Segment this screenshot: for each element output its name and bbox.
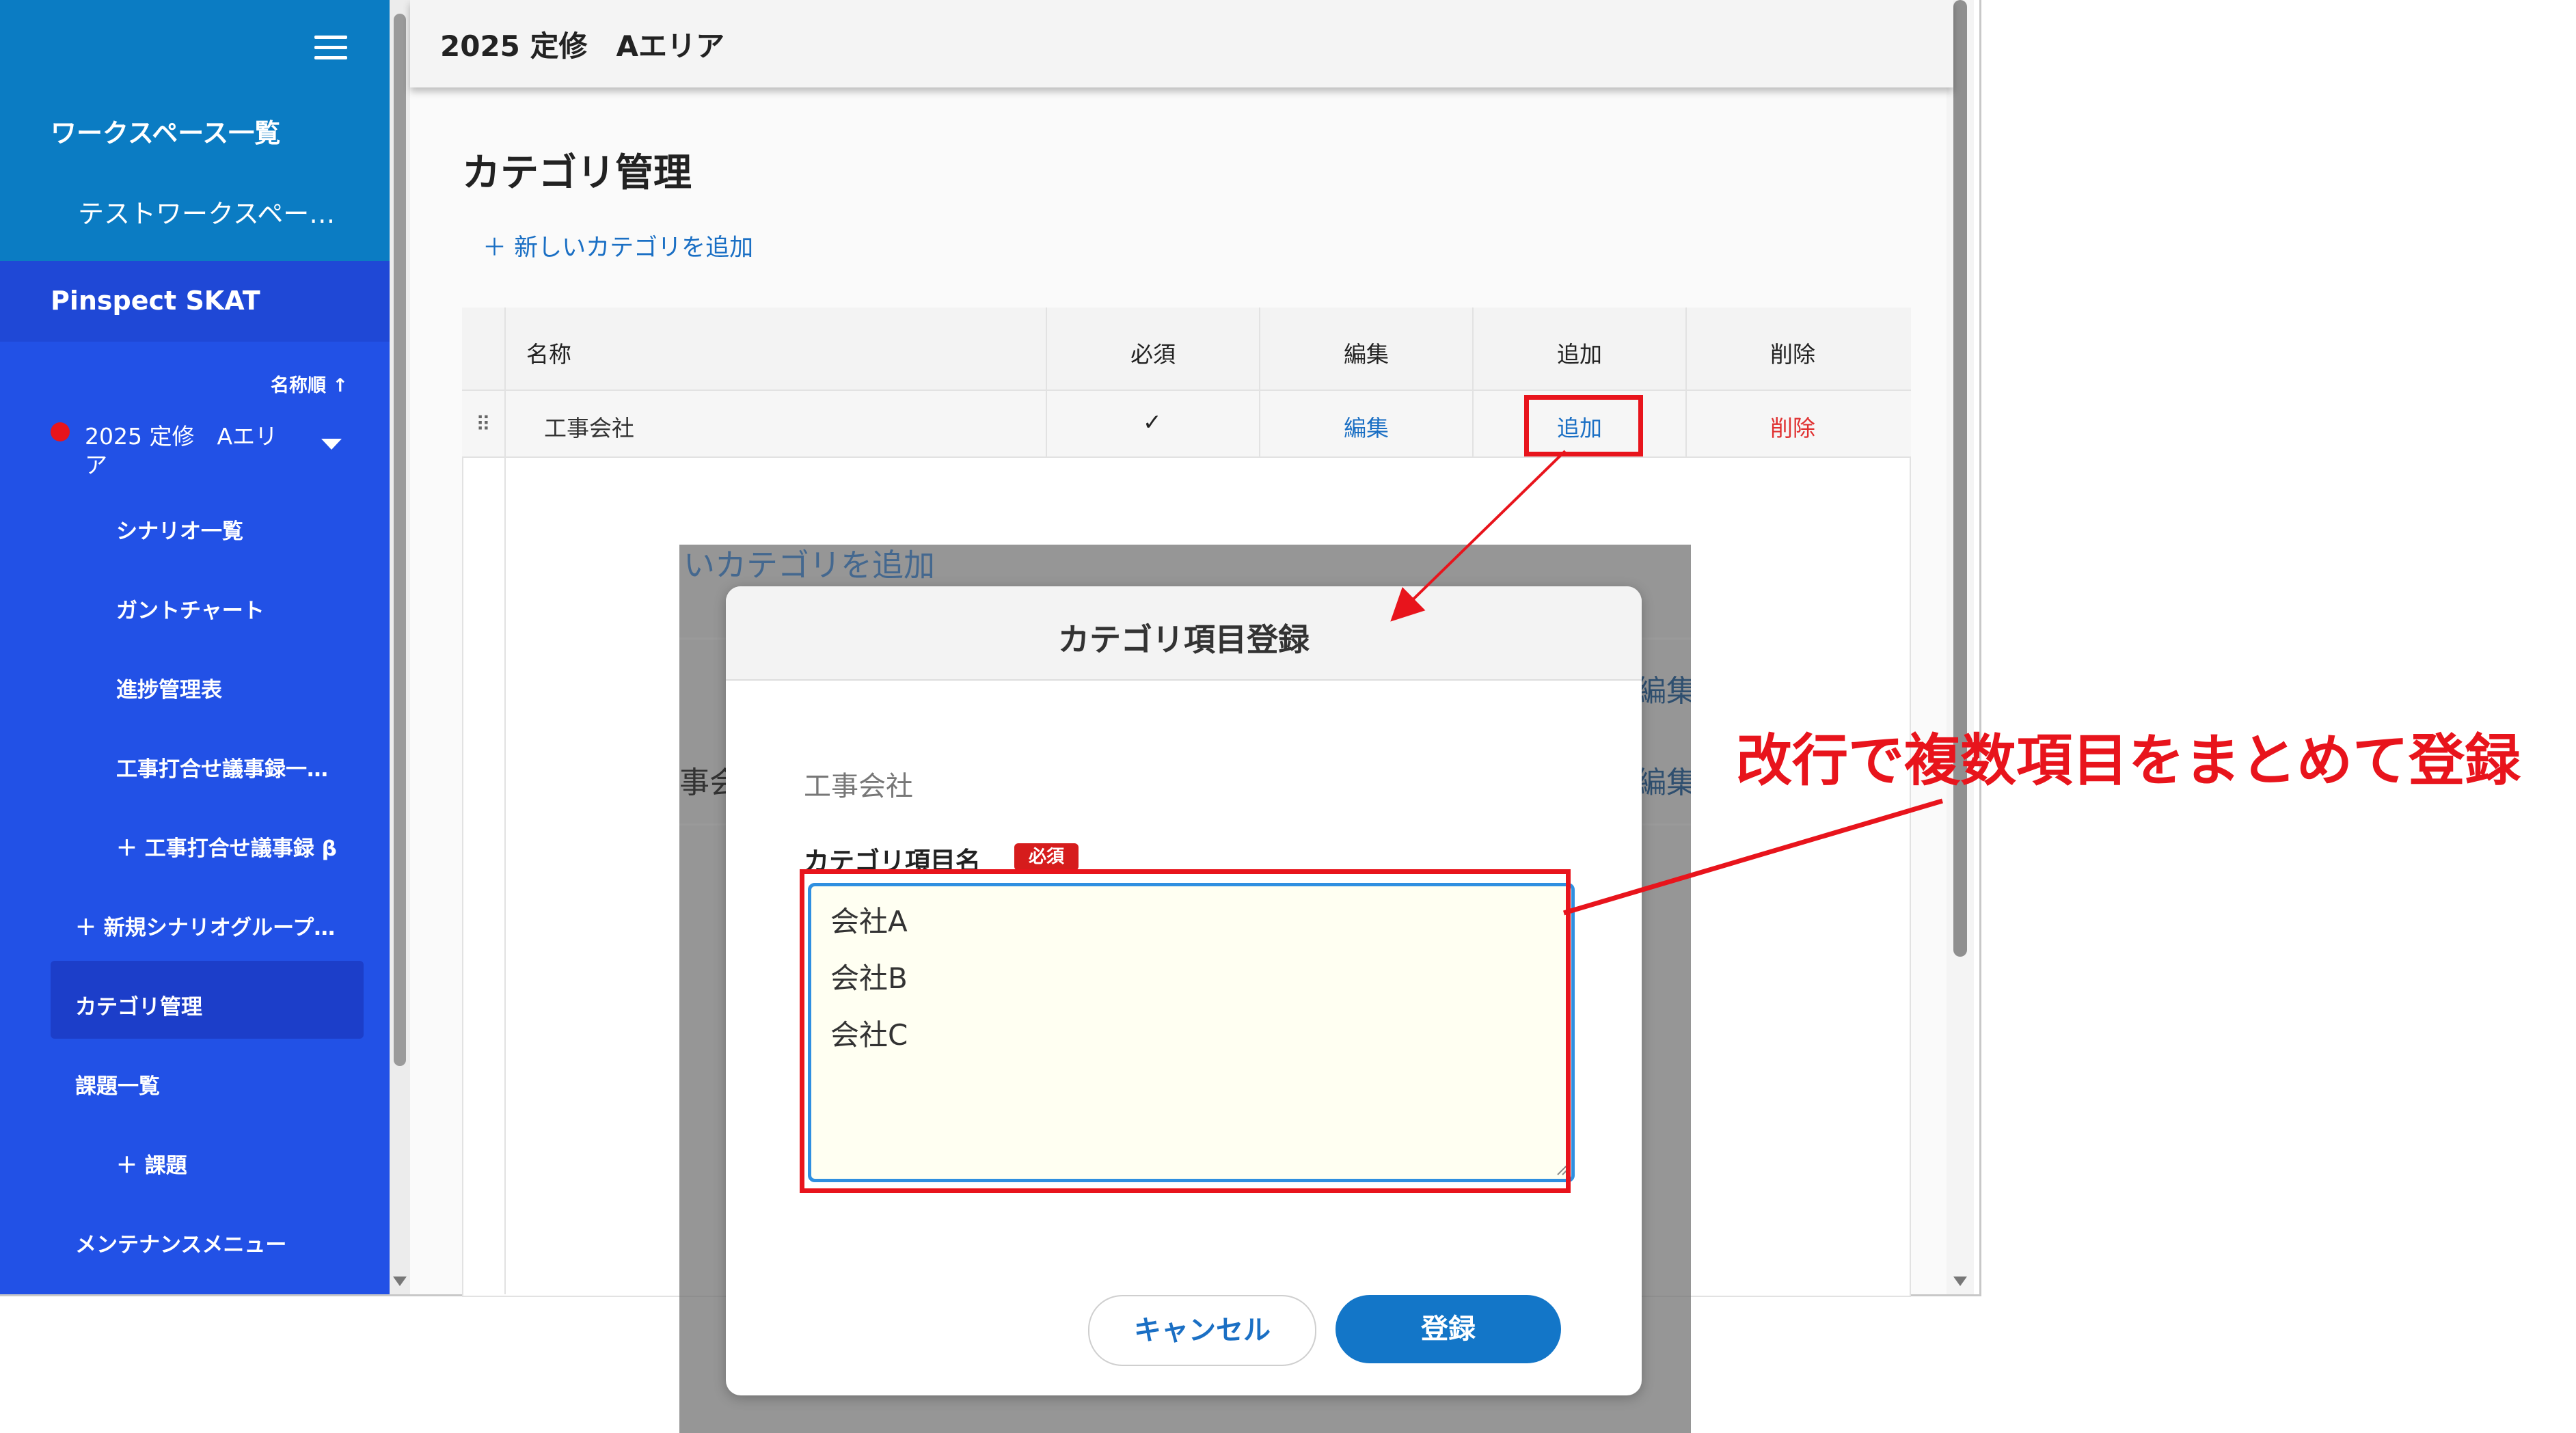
arrow-to-modal bbox=[1390, 450, 1567, 622]
callout-line bbox=[1563, 798, 1943, 916]
annotation-text: 改行で複数項目をまとめて登録 bbox=[1736, 728, 2521, 793]
